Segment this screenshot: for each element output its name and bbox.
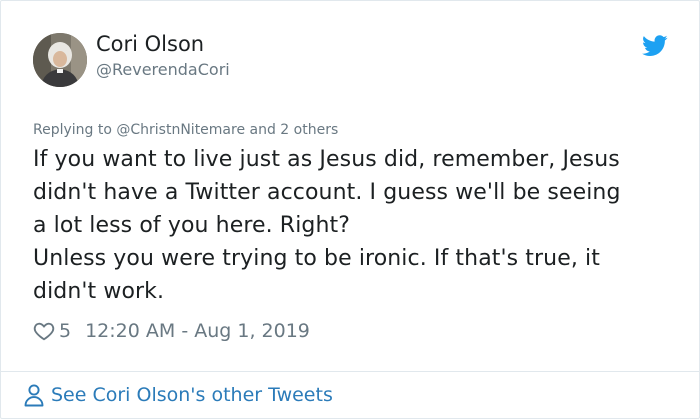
replying-to-text[interactable]: Replying to @ChristnNitemare and 2 other… [33,122,338,138]
tweet-text-line: didn't have a Twitter account. I guess w… [33,180,621,205]
author-handle[interactable]: @ReverendaCori [96,60,230,79]
see-other-tweets-link[interactable]: See Cori Olson's other Tweets [23,380,333,410]
twitter-bird-icon[interactable] [642,35,668,57]
avatar[interactable] [33,33,87,87]
tweet-text-line: didn't work. [33,279,165,304]
avatar-image [33,33,87,87]
tweet-card: Cori Olson @ReverendaCori Replying to @C… [0,0,700,419]
see-other-tweets-label: See Cori Olson's other Tweets [51,384,333,406]
tweet-text-line: a lot less of you here. Right? [33,213,351,238]
tweet-text-line: If you want to live just as Jesus did, r… [33,147,620,172]
heart-outline-icon[interactable] [33,320,55,342]
author-name[interactable]: Cori Olson [96,32,204,56]
person-outline-icon [24,384,44,407]
tweet-text: If you want to live just as Jesus did, r… [33,143,683,308]
tweet-text-line: Unless you were trying to be ironic. If … [33,246,600,271]
tweet-meta: 5 12:20 AM - Aug 1, 2019 [33,317,310,345]
timestamp-link[interactable]: 12:20 AM - Aug 1, 2019 [85,320,310,342]
divider [1,371,699,372]
like-count: 5 [59,320,72,342]
